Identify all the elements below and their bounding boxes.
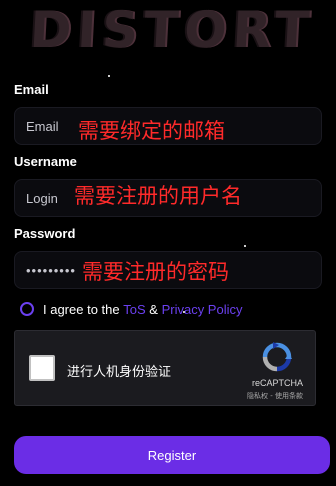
recaptcha-brand: reCAPTCHA: [251, 378, 303, 388]
recaptcha-text: 进行人机身份验证: [67, 365, 172, 380]
privacy-policy-link[interactable]: Privacy Policy: [162, 302, 243, 317]
password-label: Password: [14, 226, 76, 241]
email-label: Email: [14, 82, 49, 97]
email-annotation: 需要绑定的邮箱: [78, 119, 225, 143]
username-field-value: Login: [26, 190, 58, 206]
email-field-value: Email: [26, 118, 59, 134]
username-annotation: 需要注册的用户名: [74, 184, 242, 208]
register-button[interactable]: Register: [14, 436, 330, 474]
agree-row: I agree to the ToS & Privacy Policy: [20, 300, 243, 318]
decorative-dot: [108, 75, 110, 77]
agree-text: I agree to the: [43, 301, 120, 317]
password-annotation: 需要注册的密码: [82, 260, 229, 284]
tos-link[interactable]: ToS: [123, 302, 145, 317]
ampersand: &: [149, 301, 158, 317]
recaptcha-links[interactable]: 隐私权 - 使用条款: [247, 391, 303, 401]
username-label: Username: [14, 154, 77, 169]
decorative-dot: [183, 311, 185, 313]
distort-logo: DISTORT: [28, 1, 317, 59]
recaptcha-icon: [262, 342, 292, 372]
decorative-dot: [244, 245, 246, 247]
recaptcha-widget: 进行人机身份验证 reCAPTCHA 隐私权 - 使用条款: [14, 330, 316, 406]
agree-radio[interactable]: [20, 302, 34, 316]
recaptcha-checkbox[interactable]: [29, 355, 55, 381]
password-field-value: •••••••••: [26, 262, 76, 278]
